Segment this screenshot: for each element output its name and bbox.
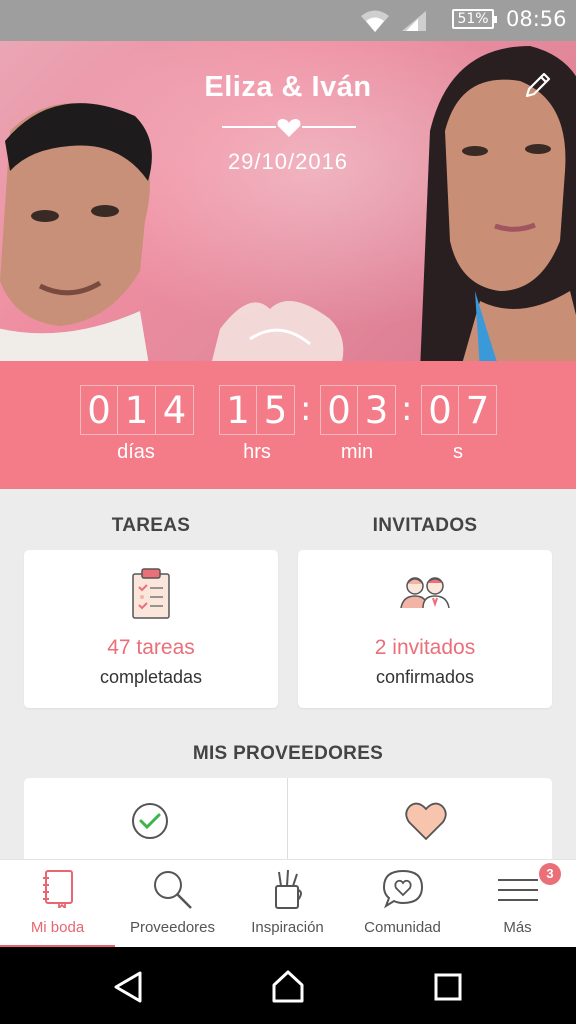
guests-card[interactable]: 2 invitados confirmados xyxy=(298,550,552,708)
nav-label: Inspiración xyxy=(251,919,324,936)
check-circle-icon[interactable] xyxy=(130,801,170,841)
plastic-bag xyxy=(212,301,344,361)
edit-icon[interactable] xyxy=(522,69,554,101)
couple-names: Eliza & Iván xyxy=(204,71,372,103)
signal-icon xyxy=(402,11,426,31)
countdown-hours: 1 5 xyxy=(219,385,295,435)
hours-label: hrs xyxy=(243,441,271,463)
seconds-digit: 7 xyxy=(459,385,497,435)
groom-photo xyxy=(0,103,152,361)
days-digit: 4 xyxy=(156,385,194,435)
status-bar: 51% 08:56 xyxy=(0,0,576,41)
system-navigation-bar xyxy=(0,947,576,1024)
heart-icon[interactable] xyxy=(404,802,448,842)
guests-count: 2 invitados xyxy=(374,636,476,659)
nav-inspiracion[interactable]: Inspiración xyxy=(230,860,345,948)
countdown-separator: : xyxy=(401,389,413,429)
nav-mi-boda[interactable]: Mi boda xyxy=(0,860,115,948)
hours-digit: 1 xyxy=(219,385,257,435)
guests-icon xyxy=(400,577,450,609)
recent-apps-icon[interactable] xyxy=(428,967,468,1007)
seconds-digit: 0 xyxy=(421,385,459,435)
days-label: días xyxy=(117,441,155,463)
couple-photo-header: Eliza & Iván 29/10/2016 xyxy=(0,41,576,361)
pencil-cup-icon xyxy=(274,869,302,909)
minutes-digit: 3 xyxy=(358,385,396,435)
battery-indicator: 51% xyxy=(452,9,497,29)
menu-icon xyxy=(497,879,538,901)
tasks-subtitle: completadas xyxy=(99,667,203,687)
wedding-countdown: 0 1 4 1 5 : 0 3 : 0 7 días hrs min s xyxy=(0,361,576,489)
chat-heart-icon xyxy=(382,869,423,909)
guests-title: INVITADOS xyxy=(372,515,478,536)
notification-badge: 3 xyxy=(539,863,561,885)
countdown-seconds: 0 7 xyxy=(421,385,497,435)
guests-subtitle: confirmados xyxy=(375,667,475,687)
nav-label: Mi boda xyxy=(30,919,85,936)
hours-digit: 5 xyxy=(257,385,295,435)
heart-divider xyxy=(222,119,356,137)
search-icon xyxy=(153,871,192,909)
minutes-label: min xyxy=(340,441,374,463)
nav-mas[interactable]: 3 Más xyxy=(460,860,575,948)
nav-comunidad[interactable]: Comunidad xyxy=(345,860,460,948)
days-digit: 0 xyxy=(80,385,118,435)
tasks-card[interactable]: 47 tareas completadas xyxy=(24,550,278,708)
tasks-count: 47 tareas xyxy=(107,636,195,659)
wifi-icon xyxy=(361,10,389,32)
home-icon[interactable] xyxy=(268,967,308,1007)
providers-title: MIS PROVEEDORES xyxy=(192,743,384,764)
clock: 08:56 xyxy=(506,7,567,31)
days-digit: 1 xyxy=(118,385,156,435)
nav-label: Comunidad xyxy=(364,919,441,936)
tasks-title: TAREAS xyxy=(111,515,191,536)
clipboard-icon xyxy=(132,568,170,619)
nav-label: Proveedores xyxy=(129,919,216,936)
wedding-date: 29/10/2016 xyxy=(227,149,349,174)
nav-proveedores[interactable]: Proveedores xyxy=(115,860,230,948)
notebook-icon xyxy=(42,870,73,908)
minutes-digit: 0 xyxy=(320,385,358,435)
bottom-navigation: Mi boda Proveedores Inspiración Comunida… xyxy=(0,859,576,948)
countdown-minutes: 0 3 xyxy=(320,385,396,435)
countdown-days: 0 1 4 xyxy=(80,385,194,435)
providers-card xyxy=(24,778,552,868)
back-icon[interactable] xyxy=(108,967,148,1007)
countdown-separator: : xyxy=(300,389,312,429)
seconds-label: s xyxy=(453,441,463,463)
nav-label: Más xyxy=(503,919,532,936)
providers-divider xyxy=(287,778,288,868)
